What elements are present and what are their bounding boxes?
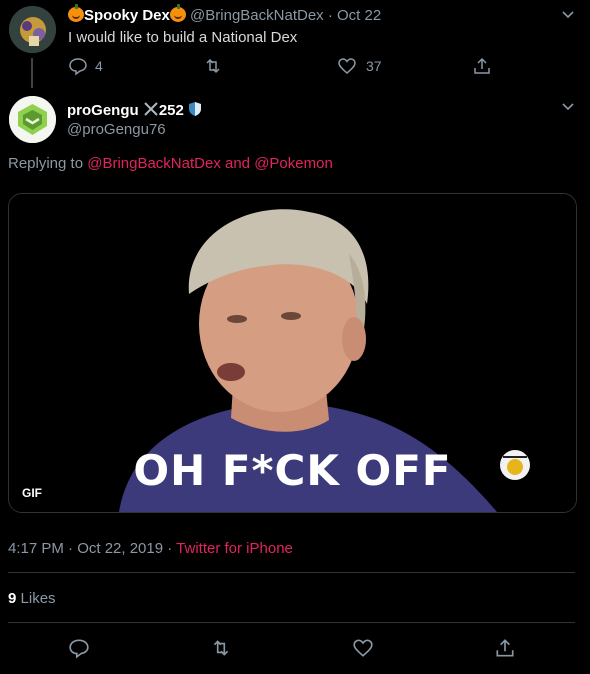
reply-icon[interactable] [68,56,88,76]
parent-header: Spooky Dex @BringBackNatDex · Oct 22 [68,4,381,24]
likes-stat[interactable]: 9 Likes [8,590,56,607]
replying-handle-bringbacknatdex[interactable]: @BringBackNatDex [87,155,221,172]
tweet-timestamp[interactable]: 4:17 PM · Oct 22, 2019 [8,540,163,557]
reply-handle[interactable]: @proGengu76 [67,121,166,138]
gif-badge: GIF [16,484,48,502]
divider [8,622,575,623]
parent-handle[interactable]: @BringBackNatDex [190,7,324,24]
parent-reply-count: 4 [95,58,103,74]
likes-count: 9 [8,590,17,607]
crossed-swords-icon [143,102,159,117]
share-icon[interactable] [494,637,516,659]
retweet-icon[interactable] [210,637,232,659]
parent-text: I would like to build a National Dex [68,29,298,46]
reply-icon[interactable] [68,637,90,659]
heart-icon[interactable] [352,637,374,659]
reply-avatar[interactable] [9,96,56,143]
divider [8,572,575,573]
parent-like-count: 37 [366,58,382,74]
parent-avatar[interactable] [9,6,56,53]
tweet-meta: 4:17 PM · Oct 22, 2019 · Twitter for iPh… [8,540,293,557]
gif-media[interactable]: OH F*CK OFF GIF [8,193,577,513]
parent-date[interactable]: Oct 22 [337,7,381,24]
separator-dot: · [167,540,173,557]
likes-label: Likes [20,590,56,607]
heart-icon[interactable] [337,56,357,76]
parent-display-name[interactable]: Spooky Dex [84,7,170,24]
retweet-icon[interactable] [203,56,223,76]
shield-icon [188,101,202,117]
replying-handle-pokemon[interactable]: @Pokemon [254,155,333,172]
pumpkin-icon [169,4,186,22]
replying-and: and [225,155,251,172]
share-icon[interactable] [472,56,492,76]
replying-prefix: Replying to [8,155,84,172]
reply-name-row: proGengu 252 [67,101,202,119]
replying-to: Replying to @BringBackNatDex and @Pokemo… [8,155,333,172]
tweet-source[interactable]: Twitter for iPhone [176,540,293,557]
reply-display-name[interactable]: proGengu [67,102,139,119]
thread-line [31,58,33,88]
gif-caption: OH F*CK OFF [133,446,452,495]
chevron-down-icon[interactable] [561,10,575,20]
reply-name-suffix: 252 [158,102,184,119]
chevron-down-icon[interactable] [561,102,575,112]
separator-dot: · [327,7,333,24]
pumpkin-icon [68,4,84,22]
